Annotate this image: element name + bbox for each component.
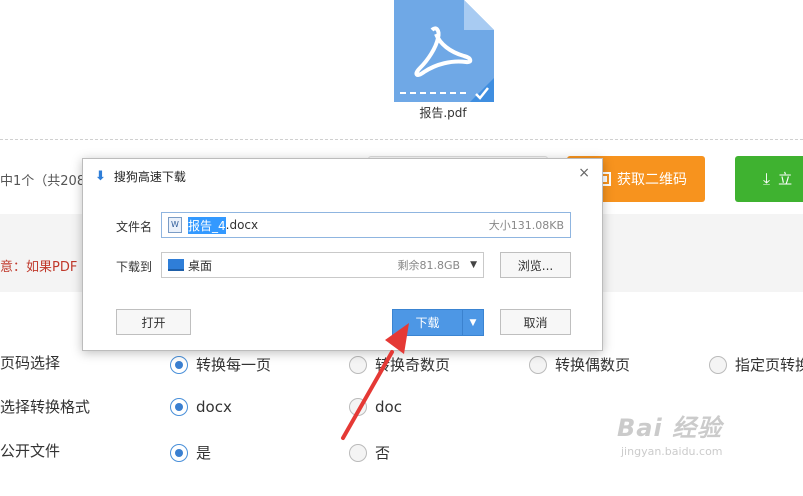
format-label: 选择转换格式 bbox=[0, 398, 91, 416]
qr-button-label: 获取二维码 bbox=[617, 172, 687, 188]
chevron-down-icon: ▼ bbox=[470, 260, 477, 270]
notice-text: 意：如果PDF bbox=[0, 260, 78, 275]
radio-dot bbox=[170, 398, 188, 416]
filename-selected-text: 报告_4 bbox=[188, 216, 226, 234]
radio-label: 转换奇数页 bbox=[375, 356, 451, 374]
browse-button[interactable]: 浏览... bbox=[500, 252, 571, 278]
save-directory-select[interactable]: 桌面 剩余81.8GB ▼ bbox=[161, 252, 484, 278]
save-directory: 桌面 bbox=[188, 258, 213, 273]
dialog-title-bar: ⬇ 搜狗高速下载 bbox=[95, 168, 186, 185]
radio-label: 是 bbox=[196, 444, 212, 462]
radio-public-no[interactable]: 否 bbox=[349, 442, 390, 463]
filename-label: 文件名 bbox=[116, 220, 153, 234]
dialog-title: 搜狗高速下载 bbox=[113, 170, 186, 184]
radio-label: 指定页转换 bbox=[735, 356, 803, 374]
radio-dot bbox=[529, 355, 547, 374]
word-file-icon: W bbox=[168, 217, 182, 233]
radio-doc[interactable]: doc bbox=[349, 398, 402, 416]
file-size: 大小131.08KB bbox=[488, 219, 564, 232]
page-selection-label: 页码选择 bbox=[0, 354, 61, 372]
download-icon: ⤓ bbox=[763, 169, 771, 188]
radio-dot bbox=[349, 443, 367, 462]
desktop-icon bbox=[168, 259, 184, 271]
save-to-label: 下载到 bbox=[116, 260, 153, 274]
radio-dot bbox=[170, 355, 188, 374]
chevron-down-icon[interactable]: ▼ bbox=[462, 310, 483, 335]
radio-label: 否 bbox=[375, 444, 391, 462]
radio-label: docx bbox=[196, 398, 232, 416]
baidu-jingyan-watermark: Bai 经验 jingyan.baidu.com bbox=[617, 408, 723, 458]
radio-specified-pages[interactable]: 指定页转换 bbox=[709, 354, 803, 375]
download-dialog: ⬇ 搜狗高速下载 × 文件名 W 报告_4 .docx 大小131.08KB 下… bbox=[82, 158, 603, 351]
watermark-url: jingyan.baidu.com bbox=[621, 445, 723, 458]
download-now-button[interactable]: ⤓ 立 bbox=[735, 156, 803, 202]
green-button-label: 立 bbox=[778, 172, 793, 188]
radio-odd-pages[interactable]: 转换奇数页 bbox=[349, 354, 450, 375]
open-button[interactable]: 打开 bbox=[116, 309, 191, 335]
filename-extension: .docx bbox=[225, 218, 259, 232]
radio-dot bbox=[349, 398, 367, 416]
download-button[interactable]: 下载 ▼ bbox=[392, 309, 484, 336]
cancel-button[interactable]: 取消 bbox=[500, 309, 571, 335]
radio-dot bbox=[709, 355, 727, 374]
radio-label: doc bbox=[375, 398, 402, 416]
download-arrow-icon: ⬇ bbox=[95, 169, 106, 184]
radio-label: 转换每一页 bbox=[196, 356, 272, 374]
filename-input[interactable]: W 报告_4 .docx 大小131.08KB bbox=[161, 212, 571, 238]
radio-docx[interactable]: docx bbox=[170, 398, 232, 416]
file-name: 报告.pdf bbox=[419, 106, 467, 120]
close-icon[interactable]: × bbox=[578, 165, 590, 181]
divider bbox=[0, 139, 803, 140]
radio-every-page[interactable]: 转换每一页 bbox=[170, 354, 271, 375]
download-button-label[interactable]: 下载 bbox=[393, 310, 462, 335]
pdf-file-icon[interactable] bbox=[392, 0, 494, 102]
radio-even-pages[interactable]: 转换偶数页 bbox=[529, 354, 630, 375]
watermark-main: Bai 经验 bbox=[617, 414, 723, 442]
selection-summary: 中1个（共208 bbox=[0, 174, 86, 189]
radio-dot bbox=[170, 443, 188, 462]
public-file-label: 公开文件 bbox=[0, 442, 61, 460]
radio-dot bbox=[349, 355, 367, 374]
radio-label: 转换偶数页 bbox=[555, 356, 631, 374]
radio-public-yes[interactable]: 是 bbox=[170, 442, 211, 463]
free-space: 剩余81.8GB bbox=[397, 259, 461, 272]
